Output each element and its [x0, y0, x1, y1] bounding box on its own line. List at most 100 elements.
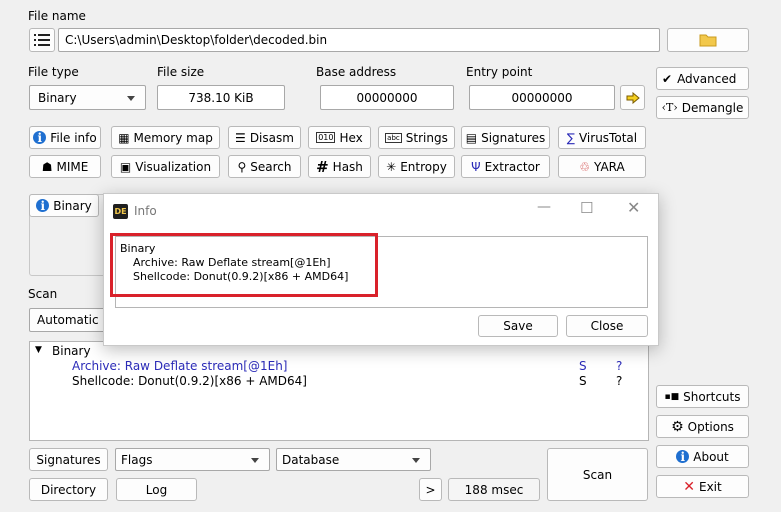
- file-info-button[interactable]: i File info: [29, 126, 101, 149]
- directory-label: Directory: [40, 482, 97, 497]
- more-button[interactable]: >: [419, 478, 442, 501]
- tree-item-shellcode[interactable]: Shellcode: Donut(0.9.2)[x86 + AMD64]: [72, 374, 307, 388]
- search-label: Search: [250, 159, 292, 174]
- demangle-icon: ‹T›: [661, 101, 678, 114]
- tree-item-archive[interactable]: Archive: Raw Deflate stream[@1Eh]: [72, 359, 288, 373]
- yara-label: YARA: [594, 159, 625, 174]
- visualization-label: Visualization: [135, 159, 212, 174]
- options-label: Options: [687, 419, 734, 434]
- close-window-icon[interactable]: ✕: [627, 198, 640, 217]
- tree-expand-icon[interactable]: ▼: [35, 345, 42, 355]
- entropy-label: Entropy: [400, 159, 447, 174]
- mime-icon: ☗: [41, 159, 53, 174]
- mime-button[interactable]: ☗ MIME: [29, 155, 101, 178]
- memory-map-label: Memory map: [133, 130, 213, 145]
- highlight-box: [110, 233, 378, 297]
- file-name-label: File name: [28, 9, 86, 23]
- checkmark-icon: ✔: [662, 71, 673, 86]
- tree-item-shellcode-type: S: [579, 374, 587, 388]
- flags-select[interactable]: Flags: [115, 448, 270, 471]
- signatures-label: Signatures: [36, 452, 101, 467]
- search-button[interactable]: ⚲ Search: [228, 155, 301, 178]
- signatures-button[interactable]: Signatures: [29, 448, 108, 471]
- tree-item-archive-info[interactable]: ?: [616, 359, 622, 373]
- folder-icon: [699, 34, 717, 47]
- shortcuts-label: Shortcuts: [683, 389, 741, 404]
- scan-mode-value: Automatic: [37, 313, 99, 327]
- virustotal-label: VirusTotal: [578, 130, 638, 145]
- tree-root-label: Binary: [52, 344, 91, 358]
- tree-item-shellcode-info[interactable]: ?: [616, 374, 622, 388]
- go-entry-button[interactable]: [620, 85, 645, 110]
- memory-map-icon: ▦: [118, 130, 130, 145]
- file-type-label: File type: [28, 65, 79, 79]
- file-size-field[interactable]: 738.10 KiB: [157, 85, 285, 110]
- demangle-button[interactable]: ‹T› Demangle: [656, 96, 749, 119]
- extractor-icon: Ψ: [471, 159, 481, 174]
- exit-button[interactable]: ✕ Exit: [656, 475, 749, 498]
- strings-button[interactable]: abc Strings: [378, 126, 455, 149]
- base-address-value: 00000000: [356, 90, 418, 105]
- file-type-value: Binary: [38, 90, 77, 105]
- scan-mode-select[interactable]: Automatic: [29, 308, 105, 332]
- yara-icon: ♲: [579, 159, 591, 174]
- directory-button[interactable]: Directory: [29, 478, 108, 501]
- disasm-button[interactable]: ☰ Disasm: [228, 126, 301, 149]
- binary-tab-label: Binary: [53, 198, 92, 213]
- virustotal-icon: ∑: [566, 130, 575, 145]
- hex-button[interactable]: 010 Hex: [308, 126, 371, 149]
- file-size-value: 738.10 KiB: [188, 90, 254, 105]
- log-button[interactable]: Log: [116, 478, 197, 501]
- memory-map-button[interactable]: ▦ Memory map: [111, 126, 220, 149]
- about-label: About: [693, 449, 729, 464]
- strings-icon: abc: [385, 132, 402, 143]
- keyboard-icon: ▪■: [664, 391, 680, 402]
- arrow-right-icon: [626, 91, 640, 104]
- about-button[interactable]: i About: [656, 445, 749, 468]
- close-button[interactable]: Close: [566, 315, 648, 337]
- mime-label: MIME: [56, 159, 89, 174]
- minimize-icon[interactable]: —: [537, 199, 551, 215]
- signatures-tool-label: Signatures: [481, 130, 546, 145]
- scan-results-tree[interactable]: ▼ Binary Archive: Raw Deflate stream[@1E…: [29, 341, 649, 441]
- entry-point-field[interactable]: 00000000: [469, 85, 615, 110]
- menu-button[interactable]: [29, 28, 55, 52]
- entropy-icon: ✳: [386, 159, 397, 174]
- hash-button[interactable]: # Hash: [308, 155, 371, 178]
- elapsed-time: 188 msec: [448, 478, 540, 501]
- shortcuts-button[interactable]: ▪■ Shortcuts: [656, 385, 749, 408]
- visualization-button[interactable]: ▣ Visualization: [111, 155, 220, 178]
- entropy-button[interactable]: ✳ Entropy: [378, 155, 455, 178]
- entry-point-value: 00000000: [511, 90, 573, 105]
- virustotal-button[interactable]: ∑ VirusTotal: [558, 126, 646, 149]
- binary-tab[interactable]: i Binary: [29, 194, 99, 217]
- hex-icon: 010: [316, 132, 336, 143]
- info-icon: i: [676, 450, 690, 464]
- file-path-field[interactable]: C:\Users\admin\Desktop\folder\decoded.bi…: [58, 28, 660, 52]
- options-button[interactable]: ⚙ Options: [656, 415, 749, 438]
- image-icon: ▣: [119, 159, 132, 174]
- flags-value: Flags: [121, 452, 153, 467]
- signatures-tool-button[interactable]: ▤ Signatures: [461, 126, 550, 149]
- strings-label: Strings: [405, 130, 448, 145]
- save-button[interactable]: Save: [478, 315, 558, 337]
- more-label: >: [425, 482, 436, 497]
- advanced-checkbox[interactable]: ✔ Advanced: [656, 67, 749, 90]
- file-type-select[interactable]: Binary: [29, 85, 146, 110]
- close-icon: ✕: [683, 478, 695, 495]
- demangle-label: Demangle: [681, 100, 744, 115]
- save-label: Save: [503, 319, 533, 333]
- elapsed-time-value: 188 msec: [464, 482, 524, 497]
- app-logo-icon: DE: [113, 204, 128, 219]
- close-label: Close: [590, 319, 624, 333]
- maximize-icon[interactable]: ☐: [580, 199, 593, 217]
- database-select[interactable]: Database: [276, 448, 431, 471]
- entry-point-label: Entry point: [466, 65, 533, 79]
- scan-label: Scan: [28, 287, 58, 301]
- extractor-button[interactable]: Ψ Extractor: [461, 155, 550, 178]
- yara-button[interactable]: ♲ YARA: [558, 155, 646, 178]
- list-menu-icon: [34, 34, 50, 46]
- open-file-button[interactable]: [667, 28, 749, 52]
- scan-button[interactable]: Scan: [547, 448, 648, 501]
- base-address-field[interactable]: 00000000: [320, 85, 454, 110]
